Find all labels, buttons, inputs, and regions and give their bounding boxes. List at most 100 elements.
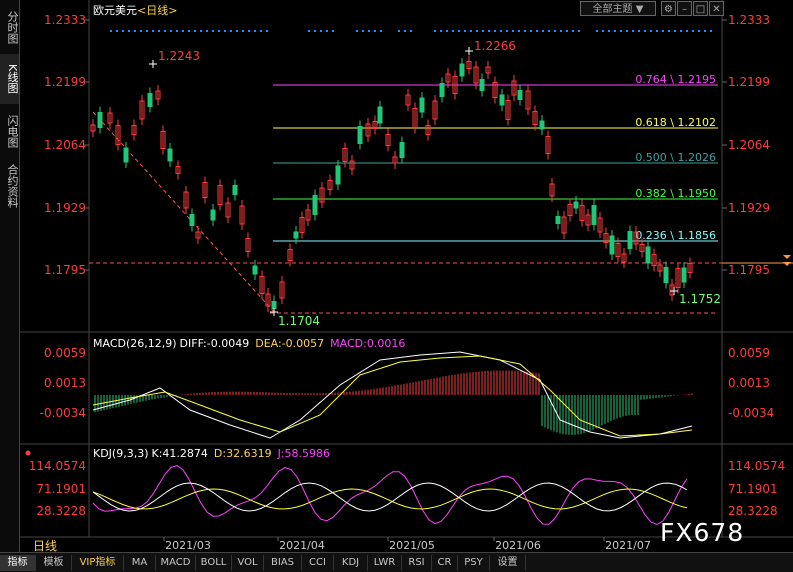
signal-dot [134,30,136,32]
signal-dot [464,30,466,32]
signal-dot [140,30,142,32]
tab-bias[interactable]: BIAS [264,555,302,571]
signal-dot [152,30,154,32]
annotation-high2: 1.2266 [465,39,516,55]
annotation-high1: 1.2243 [149,49,200,68]
signal-dot [710,30,712,32]
time-label: 2021/05 [389,539,435,552]
fib-label: 0.618 \ 1.2102 [635,116,716,129]
candle-body [293,231,299,239]
signal-dot [572,30,574,32]
kdj-axis-label: 28.3228 [36,504,86,518]
tab-boll[interactable]: BOLL [196,555,232,571]
signal-dot [308,30,310,32]
tab-rsi[interactable]: RSI [402,555,432,571]
candle-body [232,185,238,195]
maximize-icon: □ [695,4,706,15]
candle-body [517,90,523,100]
annotation-low1: 1.1704 [270,308,320,328]
candle-body [459,63,465,77]
candle-body [97,112,103,128]
minimize-icon: – [682,4,687,15]
tab-macd[interactable]: MACD [156,555,196,571]
signal-dot [554,30,556,32]
signal-dot [512,30,514,32]
macd-legend: MACD(26,12,9) DIFF:-0.0049 DEA:-0.0057 MACD… [93,337,405,350]
svg-text:KDJ(9,3,3)K:41.2874D:32.6319J:: KDJ(9,3,3) K:41.2874 D:32.6319 J:58.5986 [93,447,330,460]
candle-body [399,142,405,158]
candle-body [663,267,669,283]
gear-icon: ⚙ [664,4,673,15]
signal-dot [410,30,412,32]
tab-vip-indicator[interactable]: VIP指标 [72,555,124,571]
kdj-axis-label: 71.1901 [36,482,86,496]
tab-psy[interactable]: PSY [458,555,490,571]
signal-dot [440,30,442,32]
kdj-d-line [92,488,688,510]
signal-dot [494,30,496,32]
signal-dot [158,30,160,32]
signal-dot [326,30,328,32]
signal-dot [146,30,148,32]
maximize-button[interactable]: □ [693,1,708,16]
signal-dot [614,30,616,32]
signal-dot [698,30,700,32]
svg-text:1.2243: 1.2243 [158,49,200,63]
close-button[interactable]: ✕ [709,1,724,16]
tab-indicator[interactable]: 指标 [0,555,36,571]
tab-kline-chart[interactable]: K线图 [0,54,19,104]
tab-contract-info[interactable]: 合约资料 [0,158,19,214]
candle-body [645,246,651,264]
signal-dot [686,30,688,32]
candle-body [189,214,195,226]
tab-lwr[interactable]: LWR [368,555,402,571]
signal-dot [500,30,502,32]
kdj-dot-icon [25,450,31,456]
price-label: 1.1795 [728,263,770,277]
macd-axis-label: -0.0034 [728,406,774,420]
signal-dot [266,30,268,32]
candle-body [271,301,277,309]
svg-text:1.1752: 1.1752 [679,292,721,306]
price-marker-icon [783,255,791,266]
tab-settings[interactable]: 设置 [490,555,526,571]
signal-dot [506,30,508,32]
signal-dot-row [110,30,712,32]
time-label: 2021/03 [165,539,211,552]
candle-body [681,267,687,283]
tab-cci[interactable]: CCI [302,555,334,571]
signal-dot [122,30,124,32]
svg-text:1.1704: 1.1704 [278,314,320,328]
macd-axis-label: 0.0013 [728,376,770,390]
price-label: 1.2199 [728,75,770,89]
time-label: 2021/07 [605,539,651,552]
signal-dot [470,30,472,32]
candle-body [147,93,153,107]
tab-ma[interactable]: MA [124,555,156,571]
candle-body [252,265,258,275]
signal-dot [482,30,484,32]
tab-cr[interactable]: CR [432,555,458,571]
signal-dot [320,30,322,32]
tab-vol[interactable]: VOL [232,555,264,571]
settings-button[interactable]: ⚙ [661,1,676,16]
chevron-down-icon: ▼ [635,4,644,15]
tab-template[interactable]: 模板 [36,555,72,571]
time-axis: 2021/03 2021/04 2021/05 2021/06 2021/07 [163,537,651,552]
chart-area[interactable]: 欧元美元<日线> 1.23331.21991.20641.19291.1795 … [19,0,793,552]
tab-flash-chart[interactable]: 闪电图 [0,106,19,156]
signal-dot [674,30,676,32]
signal-dot [224,30,226,32]
price-label: 1.2333 [44,13,86,27]
tab-time-chart[interactable]: 分时图 [0,2,19,52]
candle-body [312,195,318,215]
tab-kdj[interactable]: KDJ [334,555,368,571]
candle-body [167,148,173,162]
signal-dot [374,30,376,32]
kdj-axis-label: 28.3228 [728,504,778,518]
symbol-title: 欧元美元<日线> [93,3,177,17]
fib-label: 0.382 \ 1.1950 [635,187,716,200]
right-price-axis: 1.2333 1.2199 1.2064 1.1929 1.1795 [722,13,770,277]
minimize-button[interactable]: – [677,1,692,16]
theme-select[interactable]: 全部主题 ▼ [580,1,656,16]
